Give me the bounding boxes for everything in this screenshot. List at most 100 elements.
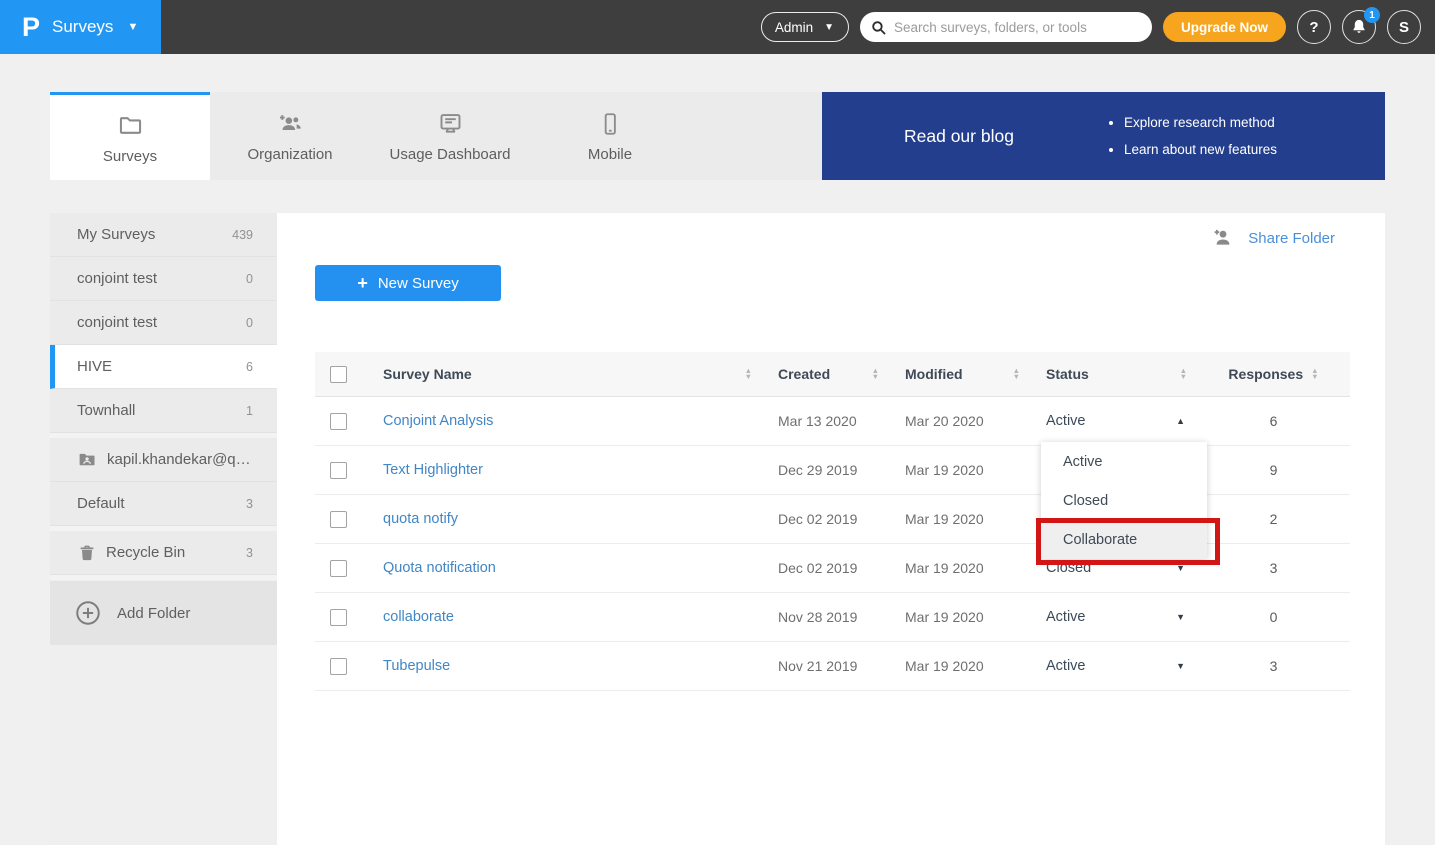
- created-date: Dec 02 2019: [778, 560, 857, 576]
- column-label: Status: [1046, 366, 1089, 382]
- share-folder-label: Share Folder: [1248, 230, 1335, 247]
- table-header-row: Survey Name ▲▼ Created ▲▼ Modified ▲▼ Status ▲▼…: [315, 352, 1350, 397]
- new-survey-label: New Survey: [378, 275, 459, 292]
- brand-logo: P: [22, 12, 40, 43]
- help-button[interactable]: ?: [1297, 10, 1331, 44]
- row-checkbox[interactable]: [330, 609, 347, 626]
- sidebar-item-count: 0: [246, 272, 253, 286]
- caret-down-icon: ▼: [1176, 612, 1185, 622]
- column-header-created: Created ▲▼: [762, 366, 889, 382]
- table-row-tubepulse: TubepulseNov 21 2019Mar 19 2020Active▼3: [315, 642, 1350, 691]
- survey-name-link[interactable]: collaborate: [383, 609, 454, 625]
- sidebar-item-label: conjoint test: [77, 314, 157, 331]
- add-folder-label: Add Folder: [117, 605, 190, 622]
- status-value: Active: [1046, 609, 1086, 625]
- banner-bullet: Learn about new features: [1124, 136, 1277, 163]
- column-label: Modified: [905, 366, 963, 382]
- sidebar-item-conjoint-test[interactable]: conjoint test0: [50, 301, 277, 345]
- sidebar-item-hive[interactable]: HIVE6: [50, 345, 277, 389]
- sidebar-item-kapil-khandekar-que[interactable]: kapil.khandekar@que…: [50, 438, 277, 482]
- select-all-checkbox[interactable]: [330, 366, 347, 383]
- sort-icon[interactable]: ▲▼: [1180, 368, 1187, 380]
- column-header-status: Status ▲▼: [1030, 366, 1197, 382]
- responses-count: 3: [1270, 560, 1278, 576]
- admin-menu[interactable]: Admin ▼: [761, 12, 849, 42]
- sidebar-item-townhall[interactable]: Townhall1: [50, 389, 277, 433]
- status-option-active[interactable]: Active: [1041, 442, 1207, 481]
- notifications-button[interactable]: 1: [1342, 10, 1376, 44]
- blog-banner[interactable]: Read our blog Explore research methodLea…: [822, 92, 1385, 180]
- question-icon: ?: [1309, 19, 1318, 36]
- sidebar-item-label: kapil.khandekar@que…: [107, 451, 253, 468]
- sidebar-divider: [50, 575, 277, 580]
- upgrade-now-button[interactable]: Upgrade Now: [1163, 12, 1286, 42]
- column-label: Survey Name: [383, 366, 472, 382]
- survey-name-link[interactable]: Tubepulse: [383, 658, 450, 674]
- add-folder-button[interactable]: Add Folder: [50, 581, 277, 645]
- sidebar-item-default[interactable]: Default3: [50, 482, 277, 526]
- modified-date: Mar 19 2020: [905, 609, 984, 625]
- status-dropdown: ActiveClosedCollaborate: [1041, 442, 1207, 559]
- modified-date: Mar 19 2020: [905, 658, 984, 674]
- bell-icon: [1350, 18, 1368, 36]
- plus-icon: [357, 273, 368, 294]
- product-label: Surveys: [52, 17, 113, 37]
- global-search: [860, 12, 1152, 42]
- sidebar-item-conjoint-test[interactable]: conjoint test0: [50, 257, 277, 301]
- dashboard-icon: [437, 111, 464, 137]
- survey-name-link[interactable]: Quota notification: [383, 560, 496, 576]
- survey-name-link[interactable]: Text Highlighter: [383, 462, 483, 478]
- status-option-collaborate[interactable]: Collaborate: [1041, 520, 1207, 559]
- sidebar-item-count: 6: [246, 360, 253, 374]
- sort-icon[interactable]: ▲▼: [872, 368, 879, 380]
- created-date: Mar 13 2020: [778, 413, 857, 429]
- folder-icon: [117, 113, 144, 139]
- folder-sidebar: My Surveys439conjoint test0conjoint test…: [50, 213, 277, 845]
- tab-surveys[interactable]: Surveys: [50, 92, 210, 180]
- row-checkbox[interactable]: [330, 462, 347, 479]
- share-folder-button[interactable]: Share Folder: [1211, 226, 1335, 250]
- people-add-icon: [276, 111, 304, 137]
- tab-mobile[interactable]: Mobile: [530, 92, 690, 180]
- tab-organization[interactable]: Organization: [210, 92, 370, 180]
- column-label: Created: [778, 366, 830, 382]
- sort-icon[interactable]: ▲▼: [1311, 368, 1318, 380]
- modified-date: Mar 19 2020: [905, 560, 984, 576]
- plus-circle-icon: [74, 599, 102, 627]
- avatar-letter: S: [1399, 19, 1409, 36]
- column-header-survey-name: Survey Name ▲▼: [367, 366, 762, 382]
- row-checkbox[interactable]: [330, 658, 347, 675]
- status-select[interactable]: Closed▼: [1046, 560, 1197, 576]
- avatar[interactable]: S: [1387, 10, 1421, 44]
- tab-usage-dashboard[interactable]: Usage Dashboard: [370, 92, 530, 180]
- status-select[interactable]: Active ▼: [1046, 658, 1197, 674]
- main-panel: Share Folder New Survey Survey Name▲▼Cre…: [277, 213, 1385, 845]
- row-checkbox[interactable]: [330, 511, 347, 528]
- tabs-row: SurveysOrganization Usage Dashboard Mobile…: [50, 92, 1385, 180]
- status-value: Active: [1046, 413, 1086, 429]
- search-input[interactable]: [894, 20, 1142, 35]
- product-switcher[interactable]: P Surveys ▼: [0, 0, 161, 54]
- row-checkbox[interactable]: [330, 560, 347, 577]
- caret-down-icon: ▼: [1176, 563, 1185, 573]
- tab-label: Usage Dashboard: [390, 146, 511, 163]
- status-option-closed[interactable]: Closed: [1041, 481, 1207, 520]
- sort-icon[interactable]: ▲▼: [745, 368, 752, 380]
- trash-icon: [77, 543, 97, 563]
- sidebar-item-my-surveys[interactable]: My Surveys439: [50, 213, 277, 257]
- survey-name-link[interactable]: quota notify: [383, 511, 458, 527]
- caret-up-icon: ▲: [1176, 416, 1185, 426]
- sidebar-item-label: Default: [77, 495, 125, 512]
- status-value: Active: [1046, 658, 1086, 674]
- sort-icon[interactable]: ▲▼: [1013, 368, 1020, 380]
- modified-date: Mar 19 2020: [905, 462, 984, 478]
- status-select[interactable]: Active ▼: [1046, 609, 1197, 625]
- person-add-icon: [1211, 226, 1235, 250]
- new-survey-button[interactable]: New Survey: [315, 265, 501, 301]
- survey-name-link[interactable]: Conjoint Analysis: [383, 413, 493, 429]
- caret-down-icon: ▼: [1176, 661, 1185, 671]
- status-select[interactable]: Active ▲: [1046, 413, 1197, 429]
- row-checkbox[interactable]: [330, 413, 347, 430]
- sidebar-item-count: 3: [246, 546, 253, 560]
- sidebar-item-recycle-bin[interactable]: Recycle Bin3: [50, 531, 277, 575]
